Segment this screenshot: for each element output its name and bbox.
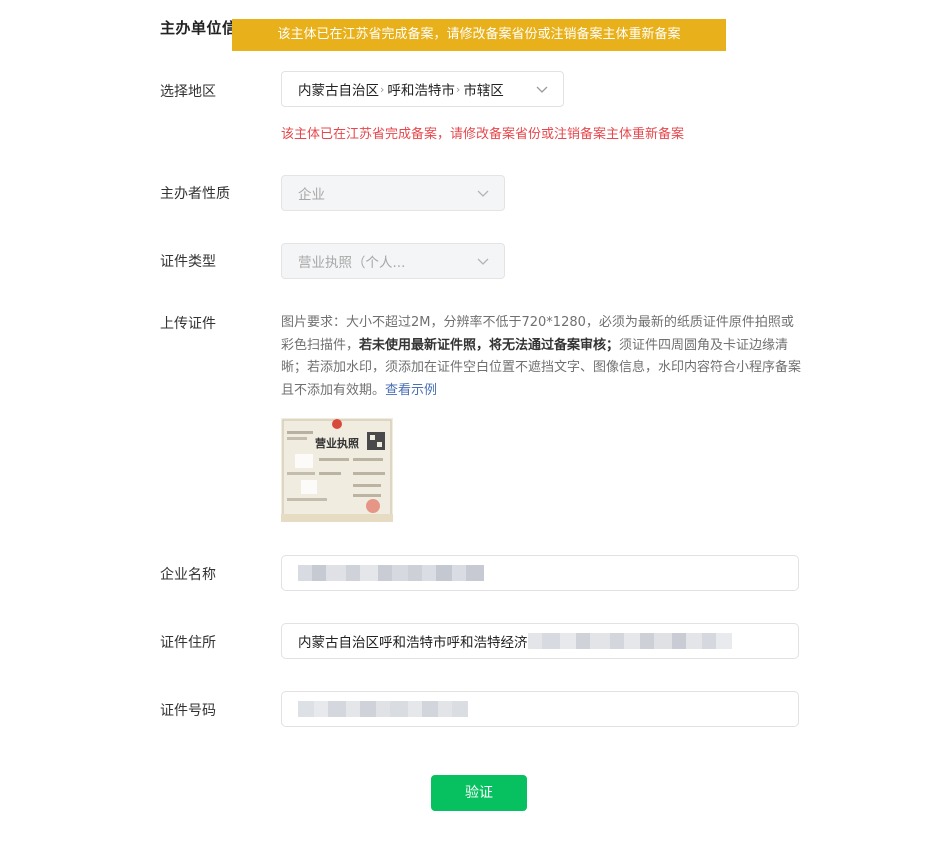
region-separator-icon: › (455, 82, 461, 96)
cert-type-select[interactable]: 营业执照（个人... (281, 243, 505, 279)
view-example-link[interactable]: 查看示例 (385, 383, 437, 398)
chevron-down-icon (477, 258, 489, 265)
cert-address-value: 内蒙古自治区呼和浩特市呼和浩特经济 (298, 635, 528, 651)
organizer-type-select[interactable]: 企业 (281, 175, 505, 211)
cert-type-value: 营业执照（个人... (298, 255, 406, 271)
cert-address-label: 证件住所 (160, 635, 216, 651)
toast-message: 该主体已在江苏省完成备案，请修改备案省份或注销备案主体重新备案 (232, 19, 726, 51)
license-thumbnail[interactable]: 营业执照 (281, 418, 393, 522)
upload-requirements: 图片要求：大小不超过2M，分辨率不低于720*1280，必须为最新的纸质证件原件… (281, 315, 802, 398)
region-separator-icon: › (380, 82, 385, 96)
region-error-message: 该主体已在江苏省完成备案，请修改备案省份或注销备案主体重新备案 (281, 127, 685, 142)
cert-number-label: 证件号码 (160, 703, 216, 719)
cert-address-input[interactable]: 内蒙古自治区呼和浩特市呼和浩特经济 (281, 623, 799, 659)
organizer-type-label: 主办者性质 (160, 186, 230, 202)
verify-button[interactable]: 验证 (431, 775, 527, 811)
region-province: 内蒙古自治区 (298, 83, 379, 99)
cert-number-input[interactable] (281, 691, 799, 727)
region-city: 呼和浩特市 (387, 83, 455, 99)
chevron-down-icon (477, 190, 489, 197)
chevron-down-icon (536, 86, 548, 93)
redacted-company-name (298, 556, 484, 590)
upload-warning: 若未使用最新证件照，将无法通过备案审核； (359, 337, 620, 353)
region-district: 市辖区 (463, 83, 504, 99)
cert-type-label: 证件类型 (160, 254, 216, 270)
redacted-cert-number (298, 692, 468, 726)
upload-label: 上传证件 (160, 316, 216, 332)
company-name-label: 企业名称 (160, 567, 216, 583)
license-image: 营业执照 (281, 418, 393, 522)
region-select[interactable]: 内蒙古自治区 › 呼和浩特市 › 市辖区 (281, 71, 564, 107)
redacted-cert-address (527, 624, 732, 658)
thumbnail-title: 营业执照 (315, 436, 359, 450)
company-name-input[interactable] (281, 555, 799, 591)
region-label: 选择地区 (160, 84, 216, 100)
organizer-type-value: 企业 (298, 187, 325, 203)
